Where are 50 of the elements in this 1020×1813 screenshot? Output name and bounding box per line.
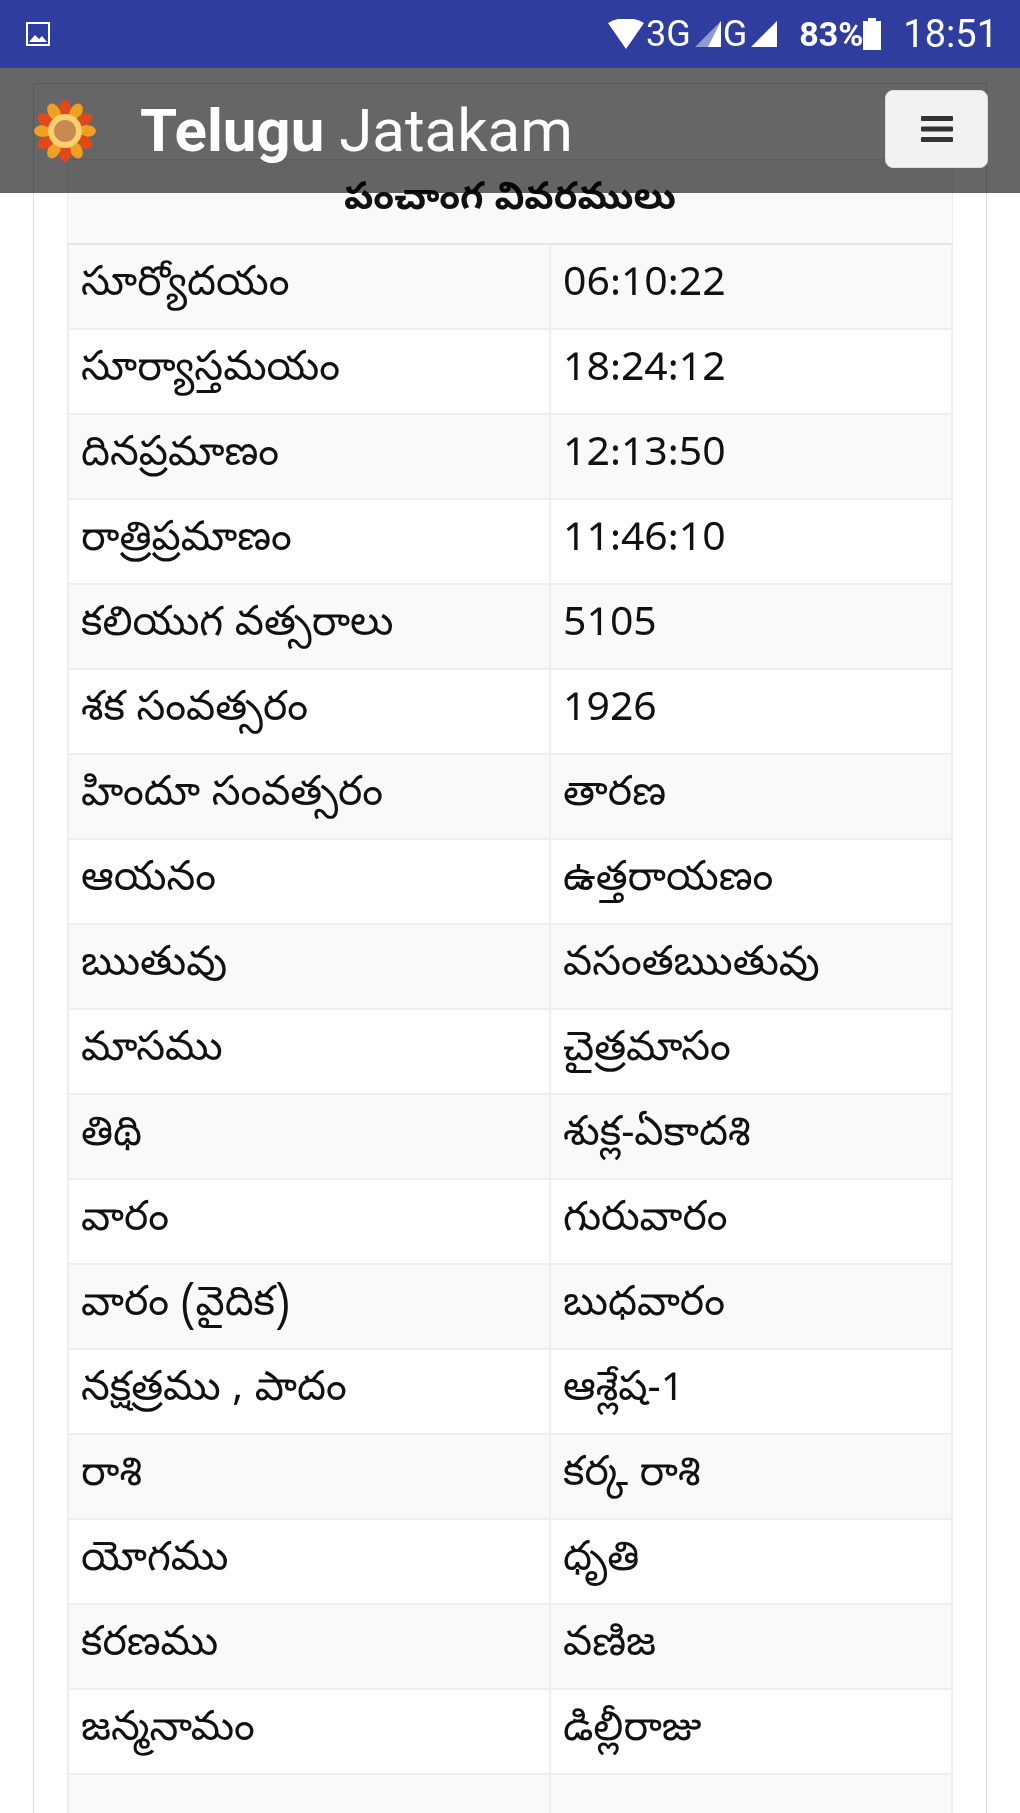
table-cell: 11:46:10 bbox=[549, 500, 953, 583]
table-cell: నక్షత్రము , పాదం bbox=[67, 1350, 549, 1433]
table-cell: శుక్ల-ఏకాదశి bbox=[549, 1095, 953, 1178]
table-cell: తారణ bbox=[549, 755, 953, 838]
table-cell: డిల్లీరాజు bbox=[549, 1690, 953, 1773]
table-cell: ఆయనం bbox=[67, 840, 549, 923]
logo-icon[interactable] bbox=[34, 99, 96, 162]
table-cell: తిథి bbox=[67, 1095, 549, 1178]
table-cell: ధృతి bbox=[549, 1520, 953, 1603]
network-label: 3G bbox=[645, 13, 691, 55]
table-cell: రాశి bbox=[67, 1435, 549, 1518]
image-icon bbox=[26, 22, 50, 46]
table-cell: దినప్రమాణం bbox=[67, 415, 549, 498]
table-heading: పంచాంగ వివరములు bbox=[343, 176, 677, 227]
table-cell: 1926 bbox=[549, 670, 953, 753]
table-cell: ఉత్తరాయణం bbox=[549, 840, 953, 923]
table-cell: ఋతువు bbox=[67, 925, 549, 1008]
table-cell: సూర్యాస్తమయం bbox=[67, 330, 549, 413]
table-cell: వారం (వైదిక) bbox=[67, 1265, 549, 1348]
battery-percent: 83% bbox=[799, 14, 864, 54]
table-cell: వసంతఋతువు bbox=[549, 925, 953, 1008]
table-cell: ఆశ్లేష-1 bbox=[549, 1350, 953, 1433]
table-cell: వారం bbox=[67, 1180, 549, 1263]
table-cell: సూర్యోదయం bbox=[67, 245, 549, 328]
network-label: G bbox=[722, 13, 748, 55]
table-cell: జన్మనామం bbox=[67, 1690, 549, 1773]
clock-time: 18:51 bbox=[903, 12, 998, 56]
table-cell: 12:13:50 bbox=[549, 415, 953, 498]
menu-icon bbox=[920, 115, 953, 142]
table-cell: కలియుగ వత్సరాలు bbox=[67, 585, 549, 668]
signal-icon bbox=[694, 21, 721, 47]
table-cell: 18:24:12 bbox=[549, 330, 953, 413]
table-cell: శక సంవత్సరం bbox=[67, 670, 549, 753]
table-cell: వణిజ bbox=[549, 1605, 953, 1688]
app-title: Telugu Jatakam bbox=[140, 95, 573, 166]
wifi-icon bbox=[607, 19, 644, 49]
table-cell: కరణము bbox=[67, 1605, 549, 1688]
table-cell: బుధవారం bbox=[549, 1265, 953, 1348]
signal-icon bbox=[751, 21, 778, 47]
menu-button[interactable] bbox=[885, 89, 988, 168]
table-cell: 06:10:22 bbox=[549, 245, 953, 328]
table-cell: హిందూ సంవత్సరం bbox=[67, 755, 549, 838]
table-cell: కర్క రాశి bbox=[549, 1435, 953, 1518]
table-cell: యోగము bbox=[67, 1520, 549, 1603]
table-cell: 5105 bbox=[549, 585, 953, 668]
battery-icon bbox=[863, 18, 882, 50]
table-cell: మాసము bbox=[67, 1010, 549, 1093]
table-cell: రాత్రిప్రమాణం bbox=[67, 500, 549, 583]
table-cell: గురువారం bbox=[549, 1180, 953, 1263]
table-cell: చైత్రమాసం bbox=[549, 1010, 953, 1093]
